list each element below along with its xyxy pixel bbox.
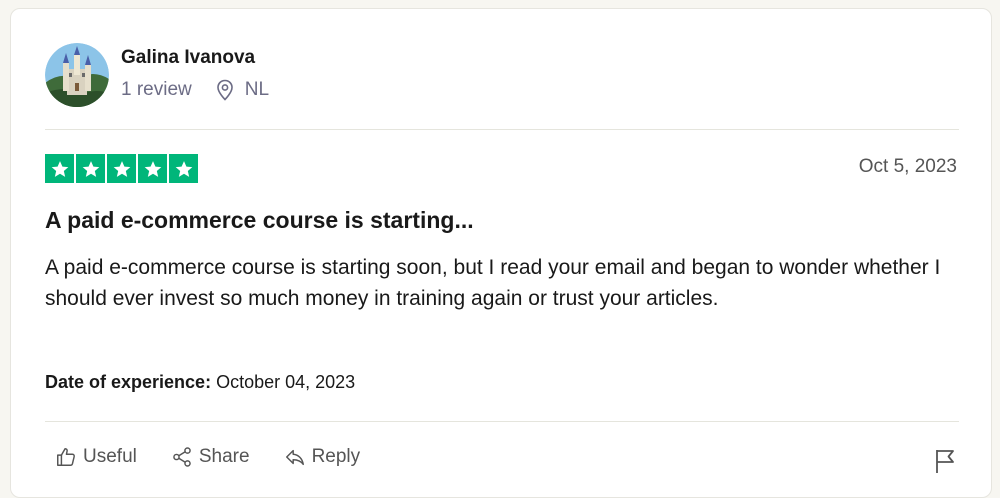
flag-icon <box>936 450 954 473</box>
date-of-experience: Date of experience: October 04, 2023 <box>45 372 355 393</box>
reply-label: Reply <box>311 446 361 467</box>
thumbs-up-icon <box>57 448 75 466</box>
useful-label: Useful <box>83 446 137 467</box>
useful-button[interactable]: Useful <box>55 446 137 468</box>
review-actions: Useful Share Reply <box>55 446 394 468</box>
star-rating <box>45 154 198 183</box>
experience-label: Date of experience: <box>45 372 212 392</box>
experience-date: October 04, 2023 <box>216 372 356 392</box>
reviewer-meta: 1 review NL <box>121 79 269 101</box>
share-icon <box>173 447 191 467</box>
star-icon <box>138 154 167 183</box>
report-flag-button[interactable] <box>933 448 957 479</box>
share-button[interactable]: Share <box>171 446 250 468</box>
star-icon <box>76 154 105 183</box>
divider <box>45 129 959 130</box>
star-icon <box>45 154 74 183</box>
avatar-castle-image <box>45 43 109 107</box>
avatar[interactable] <box>45 43 109 107</box>
location-pin-icon <box>216 79 233 101</box>
review-title[interactable]: A paid e-commerce course is starting... <box>45 207 474 234</box>
divider <box>45 421 959 422</box>
star-icon <box>107 154 136 183</box>
review-date: Oct 5, 2023 <box>858 156 957 177</box>
review-card: Galina Ivanova 1 review NL Oct 5, 2023 A… <box>10 8 992 498</box>
reviewer-name[interactable]: Galina Ivanova <box>121 47 255 69</box>
reply-button[interactable]: Reply <box>284 446 361 468</box>
reply-icon <box>285 449 304 466</box>
share-label: Share <box>198 446 250 467</box>
review-count: 1 review <box>121 79 192 100</box>
reviewer-country: NL <box>244 79 270 100</box>
review-body: A paid e-commerce course is starting soo… <box>45 256 941 310</box>
star-icon <box>169 154 198 183</box>
